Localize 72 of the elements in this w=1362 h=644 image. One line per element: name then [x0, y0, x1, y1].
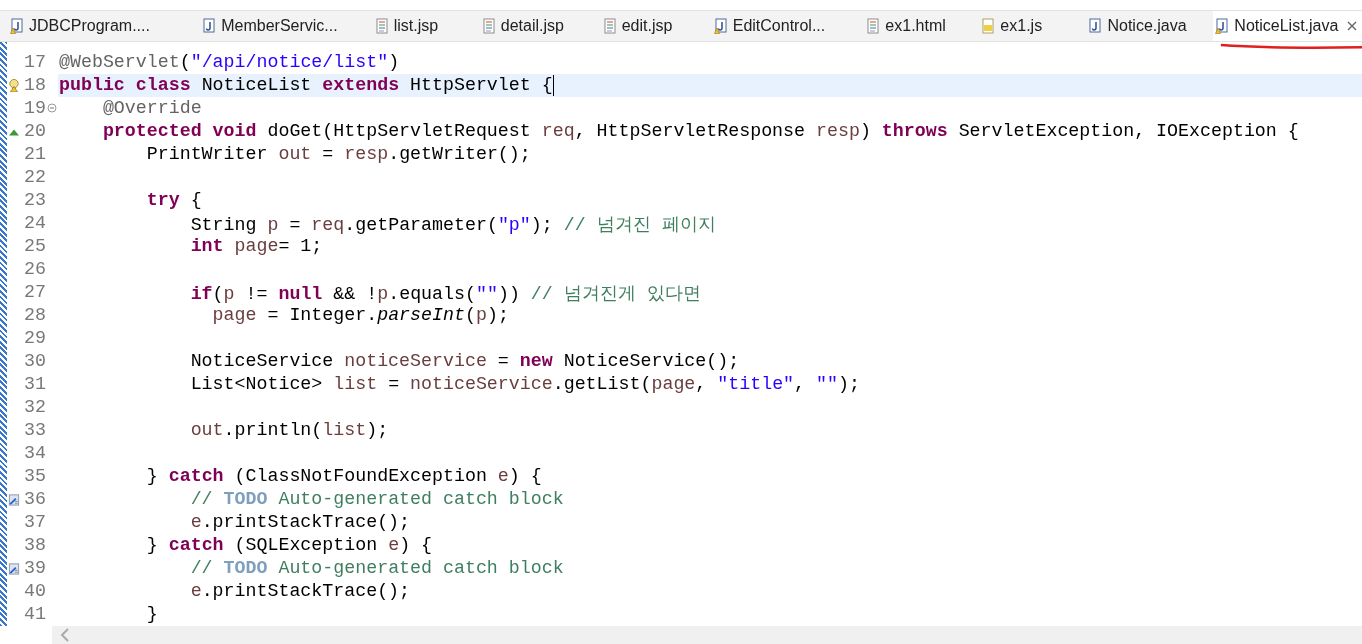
- line-number: 36: [23, 487, 46, 511]
- java-file-icon: [10, 17, 24, 34]
- code-line: @Override: [101, 98, 202, 119]
- horizontal-scrollbar[interactable]: [52, 625, 1362, 644]
- code-line: } catch (ClassNotFoundException e) {: [145, 466, 542, 487]
- line-number: 21: [23, 142, 46, 166]
- java-file-icon: [1088, 17, 1103, 34]
- web-file-icon: [866, 17, 881, 34]
- web-file-icon: [481, 17, 496, 34]
- web-file-icon: [374, 17, 389, 34]
- code-line: page = Integer.parseInt(p);: [211, 305, 509, 326]
- editor-tab[interactable]: Notice.java: [1086, 11, 1212, 41]
- code-line: // TODO Auto-generated catch block: [189, 558, 564, 579]
- line-number: 27: [23, 280, 46, 304]
- web-file-icon: [602, 17, 617, 34]
- code-line: }: [145, 604, 158, 625]
- code-line: @WebServlet("/api/notice/list"): [59, 52, 400, 73]
- code-line: out.println(list);: [189, 420, 389, 441]
- code-line: List<Notice> list = noticeService.getList(page, "title", "");: [189, 374, 860, 395]
- line-number: 23: [23, 188, 46, 212]
- line-number: 34: [23, 441, 46, 465]
- line-number: 18: [23, 73, 46, 97]
- line-number: 35: [23, 464, 46, 488]
- code-line: if(p != null && !p.equals("")) // 넘겨진게 있다면: [189, 282, 701, 305]
- code-line: String p = req.getParameter("p"); // 넘겨진 페이지: [189, 213, 716, 236]
- code-line: e.printStackTrace();: [189, 581, 411, 602]
- code-line: protected void doGet(HttpServletRequest req, HttpServletResponse resp) throws ServletException, IOException {: [101, 121, 1299, 142]
- js-file-icon: [981, 17, 996, 34]
- editor-tab[interactable]: detail.jsp: [479, 11, 599, 41]
- line-number: 26: [23, 257, 46, 281]
- line-number: 17: [23, 50, 46, 74]
- editor-tab[interactable]: list.jsp: [372, 11, 478, 41]
- line-number: 19: [23, 96, 46, 120]
- line-number: 22: [23, 165, 46, 189]
- editor-tab[interactable]: ex1.js: [979, 11, 1085, 41]
- text-cursor: [552, 74, 554, 96]
- code-line: try {: [145, 190, 202, 211]
- line-number: 33: [23, 418, 46, 442]
- code-line: e.printStackTrace();: [189, 512, 411, 533]
- collapse-icon[interactable]: [47, 103, 57, 114]
- code-line: } catch (SQLException e) {: [145, 535, 433, 556]
- line-number: 25: [23, 234, 46, 258]
- line-number: 31: [23, 372, 46, 396]
- line-number: 24: [23, 211, 46, 235]
- code-line: public class NoticeList extends HttpServlet {: [59, 75, 553, 96]
- scroll-left-icon[interactable]: [60, 627, 70, 642]
- line-number: 28: [23, 303, 46, 327]
- line-number: 41: [23, 602, 46, 626]
- editor-tab[interactable]: MemberServic...: [200, 11, 371, 41]
- line-number: 32: [23, 395, 46, 419]
- line-number: 29: [23, 326, 46, 350]
- lightbulb-warning-icon[interactable]: [7, 78, 20, 92]
- task-icon[interactable]: [7, 492, 20, 506]
- line-number: 40: [23, 579, 46, 603]
- editor-tab[interactable]: edit.jsp: [600, 11, 710, 41]
- line-number: 37: [23, 510, 46, 534]
- java-file-icon: [1215, 17, 1230, 34]
- line-number: 38: [23, 533, 46, 557]
- java-file-icon: [713, 17, 728, 34]
- code-line: // TODO Auto-generated catch block: [189, 489, 564, 510]
- code-line: PrintWriter out = resp.getWriter();: [145, 144, 531, 165]
- editor-tab[interactable]: EditControl...: [711, 11, 863, 41]
- editor-tab[interactable]: ex1.html: [864, 11, 978, 41]
- line-number: 20: [23, 119, 46, 143]
- java-file-icon: [202, 17, 217, 34]
- code-line: int page= 1;: [189, 236, 323, 257]
- task-icon[interactable]: [7, 561, 20, 575]
- line-number: 30: [23, 349, 46, 373]
- line-number: 39: [23, 556, 46, 580]
- code-line: NoticeService noticeService = new NoticeService();: [189, 351, 740, 372]
- close-icon[interactable]: [1347, 20, 1358, 31]
- editor-tab[interactable]: JDBCProgram....: [8, 11, 199, 41]
